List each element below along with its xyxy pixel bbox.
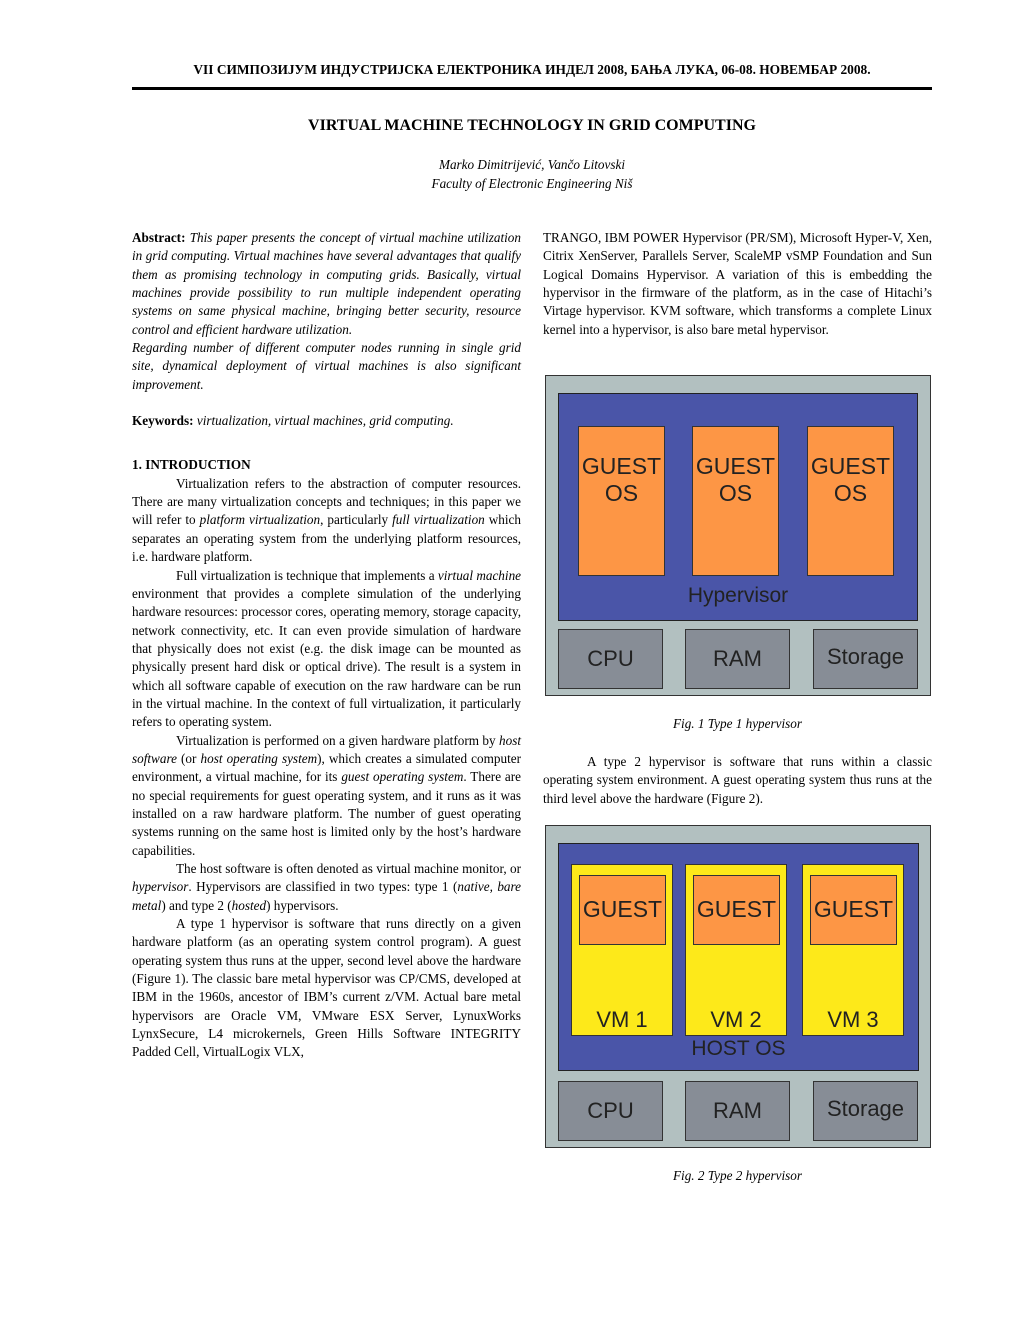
abstract-text-2: Regarding number of different computer n…	[132, 340, 521, 392]
authors: Marko Dimitrijević, Vančo Litovski	[438, 157, 626, 172]
hardware-ram: RAM	[685, 1081, 790, 1141]
paragraph: Virtualization is performed on a given h…	[132, 732, 522, 858]
guest-os-box: GUEST	[693, 875, 780, 945]
figure-1-type1-hypervisor: GUEST OS GUEST OS GUEST OS Hypervisor CPU R…	[545, 375, 931, 696]
paragraph: Full virtualization is technique that im…	[132, 567, 522, 730]
guest-os-box: GUEST OS	[692, 426, 779, 576]
abstract: Abstract: This paper presents the concep…	[132, 229, 521, 339]
hardware-ram: RAM	[685, 629, 790, 689]
paper-title: VIRTUAL MACHINE TECHNOLOGY IN GRID COMPU…	[308, 117, 756, 134]
figure-2-caption: Fig. 2 Type 2 hypervisor	[672, 1168, 803, 1183]
figure-2-type2-hypervisor: GUEST VM 1 GUEST VM 2 GUEST VM 3 HOST OS…	[545, 825, 931, 1148]
vm-box: GUEST VM 3	[802, 864, 904, 1036]
hardware-cpu: CPU	[558, 1081, 663, 1141]
header-rule	[132, 87, 932, 90]
guest-os-box: GUEST	[810, 875, 897, 945]
paragraph: TRANGO, IBM POWER Hypervisor (PR/SM), Mi…	[543, 230, 932, 337]
vm-box: GUEST VM 1	[571, 864, 673, 1036]
vm-label: VM 1	[596, 1007, 648, 1032]
keywords: Keywords: virtualization, virtual machin…	[132, 412, 521, 430]
hardware-cpu: CPU	[558, 629, 663, 689]
paragraph: A type 2 hypervisor is software that run…	[543, 754, 932, 806]
guest-os-box: GUEST	[579, 875, 666, 945]
hypervisor-label: Hypervisor	[687, 584, 789, 607]
vm-label: VM 3	[827, 1007, 879, 1032]
right-column-middle: A type 2 hypervisor is software that run…	[543, 753, 932, 808]
guest-os-box: GUEST OS	[578, 426, 665, 576]
hardware-storage: Storage	[813, 629, 918, 689]
keywords-label: Keywords:	[132, 413, 194, 429]
hypervisor-layer: GUEST OS GUEST OS GUEST OS Hypervisor	[558, 393, 918, 621]
running-head: VII СИМПОЗИЈУМ ИНДУСТРИЈСКА ЕЛЕКТРОНИКА …	[193, 62, 871, 77]
affiliation: Faculty of Electronic Engineering Niš	[431, 176, 633, 191]
paragraph: The host software is often denoted as vi…	[132, 861, 522, 913]
hardware-storage: Storage	[813, 1081, 918, 1141]
figure-1-caption: Fig. 1 Type 1 hypervisor	[672, 716, 803, 731]
left-column: Abstract: This paper presents the concep…	[132, 229, 521, 1062]
host-os-layer: GUEST VM 1 GUEST VM 2 GUEST VM 3 HOST OS	[558, 843, 919, 1071]
paragraph: Virtualization refers to the abstraction…	[132, 475, 521, 565]
vm-box: GUEST VM 2	[685, 864, 787, 1036]
section-heading: 1. INTRODUCTION	[132, 457, 251, 473]
host-os-label: HOST OS	[691, 1037, 786, 1060]
right-column-top: TRANGO, IBM POWER Hypervisor (PR/SM), Mi…	[543, 229, 932, 339]
abstract-label: Abstract:	[132, 230, 186, 245]
vm-label: VM 2	[710, 1007, 762, 1032]
author-block: Marko Dimitrijević, Vančo Litovski Facul…	[132, 155, 932, 193]
guest-os-box: GUEST OS	[807, 426, 894, 576]
paragraph: A type 1 hypervisor is software that run…	[132, 916, 521, 1060]
keywords-text: virtualization, virtual machines, grid c…	[196, 413, 454, 429]
abstract-text: This paper presents the concept of virtu…	[132, 230, 521, 337]
